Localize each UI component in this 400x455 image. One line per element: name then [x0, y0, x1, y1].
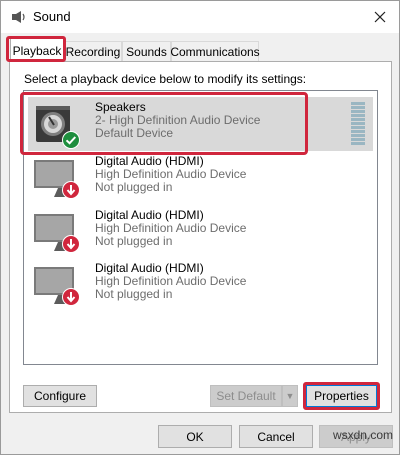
red-down-arrow-badge-icon — [62, 181, 80, 199]
ok-button[interactable]: OK — [158, 425, 232, 448]
tab-highlight-annotation — [6, 36, 66, 62]
window-title: Sound — [33, 9, 71, 24]
tab-recording[interactable]: Recording — [64, 41, 122, 61]
red-down-arrow-badge-icon — [62, 288, 80, 306]
title-bar: Sound — [1, 1, 399, 33]
tab-communications-label: Communications — [170, 44, 260, 59]
device-text: Digital Audio (HDMI) High Definition Aud… — [95, 155, 246, 194]
speaker-title-icon — [12, 11, 25, 23]
close-button[interactable] — [361, 1, 399, 33]
configure-button[interactable]: Configure — [23, 385, 97, 407]
set-default-button-label: Set Default — [216, 389, 276, 403]
set-default-button[interactable]: Set Default — [210, 385, 282, 407]
configure-button-label: Configure — [33, 389, 87, 403]
list-item-hdmi-3[interactable]: Digital Audio (HDMI) High Definition Aud… — [28, 258, 373, 312]
device-status: Not plugged in — [95, 234, 173, 248]
watermark-text: wsxdn.com — [332, 428, 393, 442]
tab-recording-label: Recording — [65, 44, 121, 59]
close-icon — [374, 11, 386, 23]
device-status: Not plugged in — [95, 180, 173, 194]
cancel-button-label: Cancel — [257, 429, 295, 444]
chevron-down-icon: ▼ — [285, 391, 295, 401]
properties-highlight-annotation — [303, 382, 380, 410]
list-item-hdmi-2[interactable]: Digital Audio (HDMI) High Definition Aud… — [28, 205, 373, 259]
set-default-dropdown[interactable]: ▼ — [282, 385, 298, 407]
volume-level-meter — [351, 102, 365, 146]
device-status: Not plugged in — [95, 287, 173, 301]
cancel-button[interactable]: Cancel — [239, 425, 313, 448]
instruction-text: Select a playback device below to modify… — [24, 72, 307, 86]
selected-device-highlight-annotation — [20, 92, 308, 155]
tab-communications[interactable]: Communications — [170, 41, 260, 61]
device-text: Digital Audio (HDMI) High Definition Aud… — [95, 209, 246, 248]
ok-button-label: OK — [186, 429, 204, 444]
list-item-hdmi-1[interactable]: Digital Audio (HDMI) High Definition Aud… — [28, 151, 373, 205]
sound-dialog: Sound Playback Recording Sounds Communic… — [0, 0, 400, 455]
tab-sounds[interactable]: Sounds — [122, 41, 171, 61]
red-down-arrow-badge-icon — [62, 235, 80, 253]
device-text: Digital Audio (HDMI) High Definition Aud… — [95, 262, 246, 301]
tab-sounds-label: Sounds — [126, 44, 167, 59]
